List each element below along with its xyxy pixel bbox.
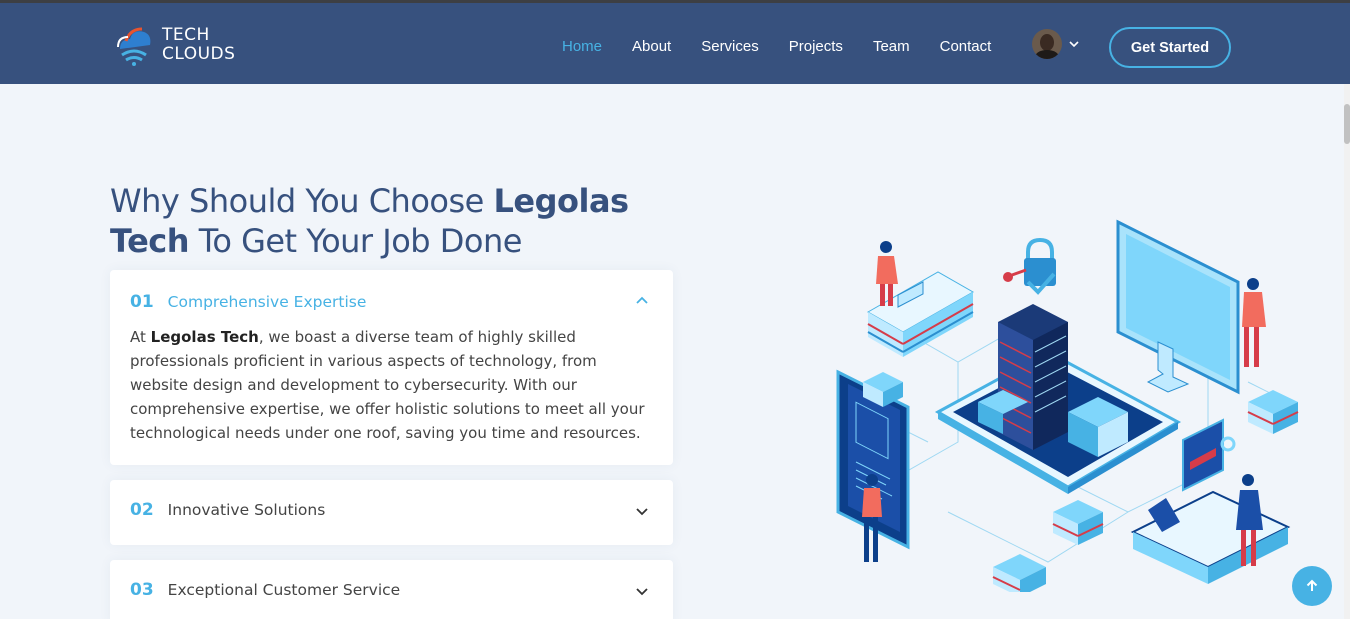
section-heading: Why Should You Choose Legolas Tech To Ge…: [110, 181, 670, 261]
heading-text-1: Why Should You Choose: [110, 182, 494, 220]
chevron-down-icon[interactable]: [635, 504, 649, 518]
accordion-header-2[interactable]: 02 Innovative Solutions: [130, 500, 325, 520]
nav-team[interactable]: Team: [873, 38, 910, 55]
body-prefix: At: [130, 328, 151, 346]
accordion-header-3[interactable]: 03 Exceptional Customer Service: [130, 580, 400, 600]
page-scrollbar[interactable]: [1344, 84, 1350, 619]
chevron-down-icon[interactable]: [635, 584, 649, 598]
logo-line-1: TECH: [162, 25, 210, 45]
nav-services[interactable]: Services: [701, 38, 759, 55]
chevron-down-icon: [1069, 41, 1079, 48]
arrow-up-icon: [1306, 579, 1318, 591]
logo-line-2: CLOUDS: [162, 44, 236, 64]
site-logo[interactable]: TECH CLOUDS: [114, 23, 254, 67]
site-header: TECH CLOUDS Home About Services Projects…: [0, 3, 1350, 84]
accordion-number: 03: [130, 580, 154, 600]
accordion-number: 01: [130, 292, 154, 312]
accordion-item-2[interactable]: 02 Innovative Solutions: [110, 480, 673, 545]
accordion-number: 02: [130, 500, 154, 520]
nav-home[interactable]: Home: [562, 38, 602, 55]
nav-projects[interactable]: Projects: [789, 38, 843, 55]
nav-about[interactable]: About: [632, 38, 671, 55]
nav-contact[interactable]: Contact: [940, 38, 992, 55]
get-started-button[interactable]: Get Started: [1109, 27, 1231, 68]
accordion-body-1: At Legolas Tech, we boast a diverse team…: [130, 325, 655, 445]
avatar: [1032, 29, 1062, 59]
body-brand: Legolas Tech: [150, 328, 259, 346]
cloud-logo-icon: [117, 27, 151, 66]
accordion-title: Exceptional Customer Service: [167, 581, 401, 599]
accordion-title: Comprehensive Expertise: [167, 293, 367, 311]
isometric-tech-illustration: [836, 219, 1299, 592]
accordion-item-1: 01 Comprehensive Expertise At Legolas Te…: [110, 270, 673, 465]
heading-text-2: To Get Your Job Done: [189, 222, 523, 260]
scrollbar-thumb[interactable]: [1344, 104, 1350, 144]
accordion-item-3[interactable]: 03 Exceptional Customer Service: [110, 560, 673, 619]
main-nav: Home About Services Projects Team Contac…: [562, 35, 1021, 57]
accordion-title: Innovative Solutions: [167, 501, 326, 519]
back-to-top-button[interactable]: [1292, 566, 1332, 606]
accordion-header-1[interactable]: 01 Comprehensive Expertise: [130, 292, 366, 312]
chevron-up-icon[interactable]: [635, 294, 649, 308]
user-menu[interactable]: [1032, 29, 1082, 61]
logo-text: TECH CLOUDS: [162, 26, 235, 64]
